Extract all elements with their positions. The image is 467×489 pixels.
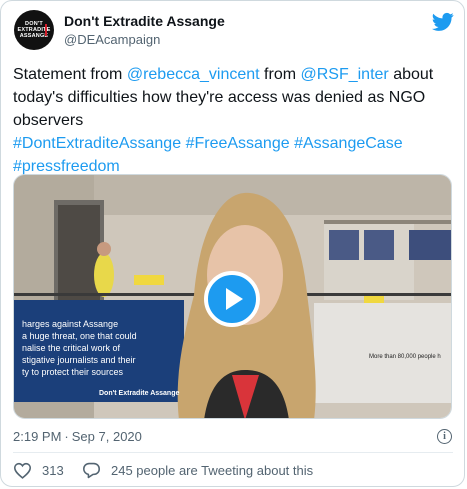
hashtag-freeassange[interactable]: #FreeAssange <box>186 135 290 152</box>
avatar-line-3: ASSANGE <box>19 33 49 39</box>
timestamp-separator: · <box>64 429 69 444</box>
avatar-red-bar <box>45 24 47 36</box>
banner-left-line-5: ty to protect their sources <box>22 367 124 377</box>
tweet-time: 2:19 PM <box>13 429 62 444</box>
hashtag-dontextraditeassange[interactable]: #DontExtraditeAssange <box>13 135 181 152</box>
heart-icon <box>13 462 32 479</box>
tweet-text: Statement from @rebecca_vincent from @RS… <box>13 63 453 178</box>
banner-left-line-4: stigative journalists and their <box>22 355 136 365</box>
twitter-bird-icon[interactable] <box>432 12 454 32</box>
banner-right-text: More than 80,000 people h <box>369 354 441 360</box>
like-count: 313 <box>42 463 64 478</box>
author-name[interactable]: Don't Extradite Assange <box>64 13 225 29</box>
play-button[interactable] <box>204 271 260 327</box>
tweet-text-part: from <box>259 66 301 83</box>
banner-left-line-2: a huge threat, one that could <box>22 331 137 341</box>
info-icon[interactable]: i <box>437 429 452 444</box>
tweet-timestamp[interactable]: 2:19 PM · Sep 7, 2020 <box>13 429 142 444</box>
banner-left-brand: Don't Extradite Assange <box>99 390 179 397</box>
mention-rsf-inter[interactable]: @RSF_inter <box>300 66 388 83</box>
like-button[interactable]: 313 <box>13 462 64 479</box>
banner-left-line-1: harges against Assange <box>22 319 118 329</box>
tweeting-about-text: 245 people are Tweeting about this <box>111 463 314 478</box>
tweeting-about-link[interactable]: 245 people are Tweeting about this <box>82 462 313 479</box>
hashtag-pressfreedom[interactable]: #pressfreedom <box>13 158 120 175</box>
tweet-date: Sep 7, 2020 <box>71 429 142 444</box>
mention-rebecca-vincent[interactable]: @rebecca_vincent <box>127 66 260 83</box>
author-handle[interactable]: @DEAcampaign <box>64 32 160 47</box>
tweet-text-part: Statement from <box>13 66 127 83</box>
hashtag-assangecase[interactable]: #AssangeCase <box>294 135 403 152</box>
divider <box>13 452 453 453</box>
tweet-card[interactable]: DON'T EXTRADITE ASSANGE Don't Extradite … <box>0 0 465 487</box>
banner-left-line-3: nalise the critical work of <box>22 343 121 353</box>
avatar[interactable]: DON'T EXTRADITE ASSANGE <box>14 10 54 50</box>
reply-bubble-icon <box>83 462 100 479</box>
play-icon <box>226 288 243 310</box>
video-player[interactable]: harges against Assange a huge threat, on… <box>13 174 452 419</box>
